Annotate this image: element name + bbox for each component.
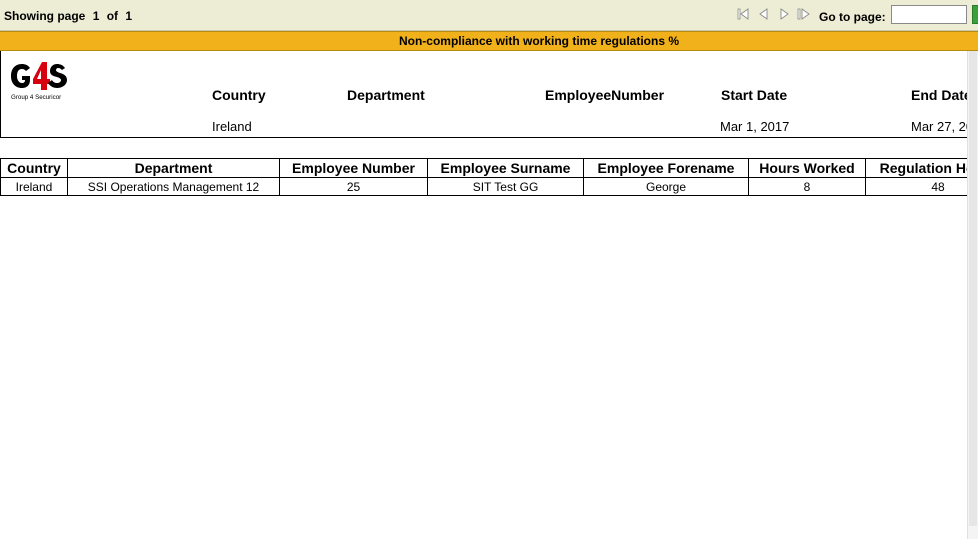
header-employee-number-label: EmployeeNumber	[545, 87, 665, 103]
of-label: of	[106, 9, 119, 23]
cell-hours-worked: 8	[748, 177, 866, 196]
next-page-button[interactable]	[776, 7, 792, 21]
column-header-regulation-hours: Regulation Hours	[865, 158, 978, 178]
report-header: Group 4 Securicor Country Department Emp…	[0, 51, 978, 138]
cell-country: Ireland	[0, 177, 68, 196]
compliance-table: Country Department Employee Number Emplo…	[0, 158, 978, 196]
previous-page-icon	[759, 8, 768, 20]
column-header-department: Department	[67, 158, 280, 178]
go-button[interactable]	[972, 5, 978, 24]
header-start-date-value: Mar 1, 2017	[720, 119, 790, 134]
column-header-hours-worked: Hours Worked	[748, 158, 866, 178]
cell-employee-surname: SIT Test GG	[427, 177, 584, 196]
showing-page-label: Showing page	[4, 9, 86, 23]
header-country-value: Ireland	[212, 119, 252, 134]
g4s-logo: Group 4 Securicor	[9, 59, 71, 105]
table-row: Ireland SSI Operations Management 12 25 …	[0, 177, 978, 196]
first-page-icon	[737, 8, 749, 20]
last-page-button[interactable]	[796, 7, 812, 21]
g4s-logo-icon: Group 4 Securicor	[11, 62, 67, 101]
table-header-row: Country Department Employee Number Emplo…	[0, 158, 978, 178]
vertical-scrollbar[interactable]	[967, 51, 978, 539]
total-pages-number: 1	[125, 9, 133, 23]
logo-tagline: Group 4 Securicor	[11, 94, 61, 101]
column-header-employee-surname: Employee Surname	[427, 158, 584, 178]
go-to-page-input[interactable]	[891, 5, 967, 24]
go-to-page-label: Go to page:	[819, 10, 886, 24]
cell-regulation-hours: 48	[865, 177, 978, 196]
last-page-icon	[797, 8, 810, 20]
next-page-icon	[780, 8, 789, 20]
column-header-employee-number: Employee Number	[279, 158, 428, 178]
current-page-number: 1	[92, 9, 100, 23]
header-start-date-label: Start Date	[721, 87, 788, 103]
previous-page-button[interactable]	[756, 7, 772, 21]
header-end-date-label: End Date	[911, 87, 972, 103]
page-indicator: Showing page 1 of 1	[4, 9, 136, 23]
report-title: Non-compliance with working time regulat…	[0, 31, 978, 51]
header-department-label: Department	[347, 87, 425, 103]
scrollbar-thumb[interactable]	[969, 51, 977, 526]
column-header-country: Country	[0, 158, 68, 178]
cell-employee-forename: George	[583, 177, 749, 196]
header-country-label: Country	[212, 87, 266, 103]
column-header-employee-forename: Employee Forename	[583, 158, 749, 178]
first-page-button[interactable]	[736, 7, 752, 21]
cell-employee-number: 25	[279, 177, 428, 196]
cell-department: SSI Operations Management 12	[67, 177, 280, 196]
paging-toolbar: Showing page 1 of 1 Go to page:	[0, 0, 978, 31]
